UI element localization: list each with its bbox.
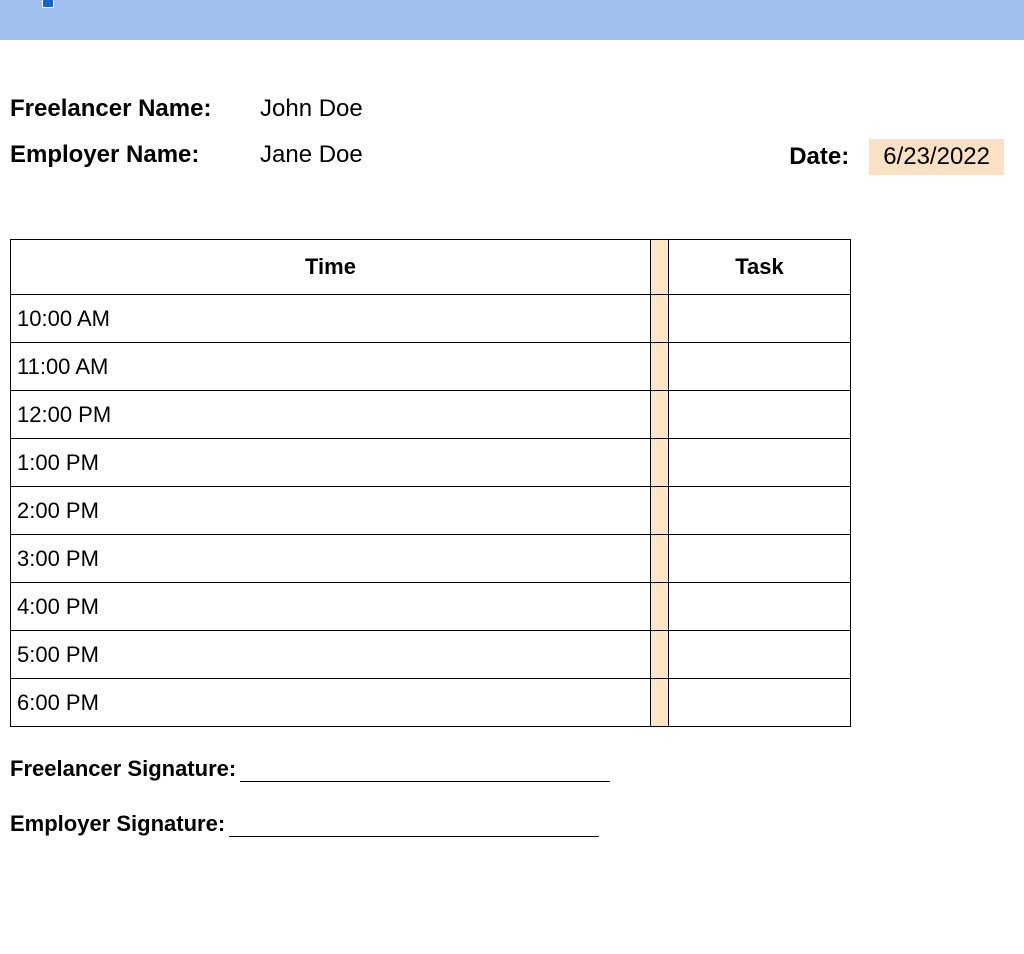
col-header-task: Task (669, 240, 851, 295)
table-header-row: Time Task (11, 240, 851, 295)
date-group: Date: 6/23/2022 (789, 139, 1004, 175)
info-block: Freelancer Name: John Doe Employer Name:… (10, 95, 1014, 169)
task-cell[interactable] (669, 535, 851, 583)
table-row: 10:00 AM (11, 295, 851, 343)
time-cell[interactable]: 4:00 PM (11, 583, 651, 631)
employer-signature-row: Employer Signature: (10, 810, 1014, 837)
time-cell[interactable]: 11:00 AM (11, 343, 651, 391)
gap-cell (651, 439, 669, 487)
col-header-time: Time (11, 240, 651, 295)
table-row: 12:00 PM (11, 391, 851, 439)
employer-signature-line[interactable] (229, 810, 599, 837)
document-body: Freelancer Name: John Doe Employer Name:… (0, 95, 1024, 837)
time-cell[interactable]: 3:00 PM (11, 535, 651, 583)
table-row: 11:00 AM (11, 343, 851, 391)
task-cell[interactable] (669, 487, 851, 535)
employer-signature-label: Employer Signature: (10, 811, 225, 837)
employer-name-label: Employer Name: (10, 141, 260, 169)
table-row: 4:00 PM (11, 583, 851, 631)
gap-cell (651, 343, 669, 391)
task-cell[interactable] (669, 391, 851, 439)
gap-cell (651, 487, 669, 535)
col-header-gap (651, 240, 669, 295)
time-cell[interactable]: 12:00 PM (11, 391, 651, 439)
task-cell[interactable] (669, 631, 851, 679)
gap-cell (651, 535, 669, 583)
employer-name-value[interactable]: Jane Doe (260, 141, 363, 169)
table-body: 10:00 AM 11:00 AM 12:00 PM 1:00 PM 2:00 (11, 295, 851, 727)
table-row: 3:00 PM (11, 535, 851, 583)
task-cell[interactable] (669, 295, 851, 343)
date-value[interactable]: 6/23/2022 (869, 139, 1004, 175)
time-cell[interactable]: 6:00 PM (11, 679, 651, 727)
gap-cell (651, 631, 669, 679)
table-row: 1:00 PM (11, 439, 851, 487)
time-cell[interactable]: 5:00 PM (11, 631, 651, 679)
selection-bar (0, 0, 1024, 40)
timesheet-table: Time Task 10:00 AM 11:00 AM 12:00 PM (10, 239, 851, 727)
table-row: 2:00 PM (11, 487, 851, 535)
date-label: Date: (789, 143, 849, 171)
task-cell[interactable] (669, 679, 851, 727)
gap-cell (651, 295, 669, 343)
freelancer-signature-row: Freelancer Signature: (10, 755, 1014, 782)
signature-block: Freelancer Signature: Employer Signature… (10, 755, 1014, 837)
selection-handle[interactable] (42, 0, 54, 8)
freelancer-name-value[interactable]: John Doe (260, 95, 363, 123)
table-row: 5:00 PM (11, 631, 851, 679)
freelancer-signature-line[interactable] (240, 755, 610, 782)
time-cell[interactable]: 10:00 AM (11, 295, 651, 343)
task-cell[interactable] (669, 583, 851, 631)
gap-cell (651, 679, 669, 727)
time-cell[interactable]: 2:00 PM (11, 487, 651, 535)
task-cell[interactable] (669, 343, 851, 391)
gap-cell (651, 583, 669, 631)
freelancer-name-label: Freelancer Name: (10, 95, 260, 123)
time-cell[interactable]: 1:00 PM (11, 439, 651, 487)
task-cell[interactable] (669, 439, 851, 487)
freelancer-signature-label: Freelancer Signature: (10, 756, 236, 782)
freelancer-row: Freelancer Name: John Doe (10, 95, 1014, 123)
gap-cell (651, 391, 669, 439)
table-row: 6:00 PM (11, 679, 851, 727)
